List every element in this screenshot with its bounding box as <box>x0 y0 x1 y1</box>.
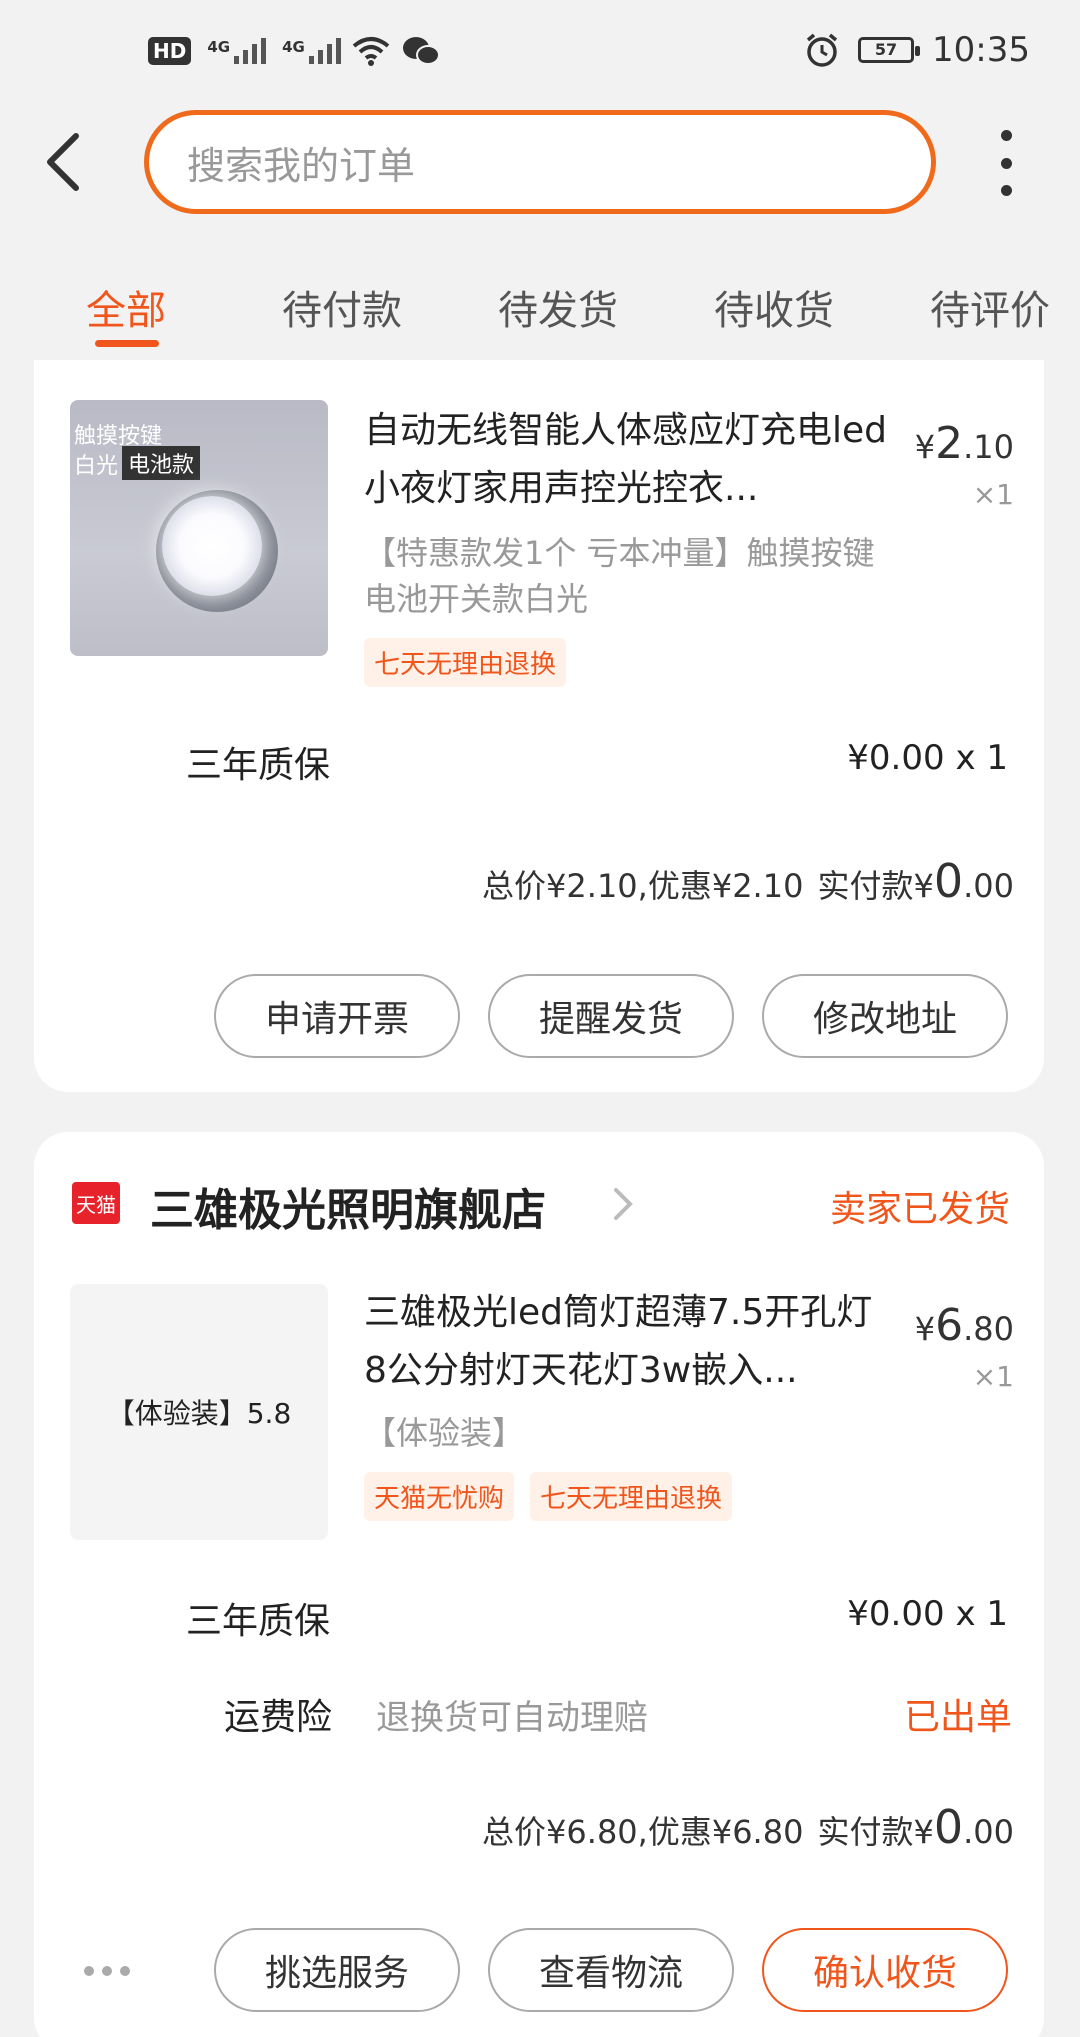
paid-label: 实付款 <box>817 867 914 905</box>
search-input[interactable]: 搜索我的订单 <box>144 110 936 214</box>
product-price: ¥6.80 <box>914 1300 1014 1351</box>
order-card: 触摸按键 白光 电池款 自动无线智能人体感应灯充电led小夜灯家用声控光控衣..… <box>34 360 1044 1092</box>
confirm-receipt-button[interactable]: 确认收货 <box>762 1928 1008 2012</box>
shipping-insurance-label[interactable]: 运费险 <box>224 1688 332 1740</box>
total-summary: 总价¥2.10,优惠¥2.10 <box>482 867 804 905</box>
tab-active-indicator <box>95 340 159 347</box>
total-summary: 总价¥6.80,优惠¥6.80 <box>482 1813 804 1851</box>
signal-icon-1: 4G <box>207 38 267 64</box>
more-options-icon[interactable] <box>996 130 1016 196</box>
wifi-icon <box>352 37 390 66</box>
tag-return-policy: 七天无理由退换 <box>530 1472 733 1521</box>
battery-icon: 57 <box>858 37 921 63</box>
tab-pending-receipt[interactable]: 待收货 <box>714 278 834 336</box>
view-logistics-button[interactable]: 查看物流 <box>488 1928 734 2012</box>
more-actions-icon[interactable] <box>84 1966 130 1976</box>
signal-icon-2: 4G <box>282 38 341 64</box>
order-status: 卖家已发货 <box>829 1189 1010 1230</box>
product-price: ¥2.10 <box>914 418 1014 469</box>
shipping-insurance-status: 已出单 <box>903 1697 1012 1738</box>
shop-name[interactable]: 三雄极光照明旗舰店 <box>150 1174 546 1238</box>
tab-all[interactable]: 全部 <box>86 278 166 336</box>
product-title[interactable]: 自动无线智能人体感应灯充电led小夜灯家用声控光控衣... <box>364 402 894 518</box>
tab-pending-review[interactable]: 待评价 <box>930 278 1050 336</box>
warranty-label[interactable]: 三年质保 <box>186 736 330 788</box>
product-image[interactable]: 触摸按键 白光 电池款 <box>70 400 328 656</box>
tmall-icon: 天猫 <box>72 1182 120 1224</box>
tag-return-policy: 七天无理由退换 <box>364 638 567 687</box>
paid-label: 实付款 <box>817 1813 914 1851</box>
product-title[interactable]: 三雄极光led筒灯超薄7.5开孔灯8公分射灯天花灯3w嵌入... <box>364 1284 894 1400</box>
wechat-icon <box>402 37 440 65</box>
choose-service-button[interactable]: 挑选服务 <box>214 1928 460 2012</box>
hd-indicator: HD <box>148 37 192 65</box>
order-total: 总价¥2.10,优惠¥2.10 实付款 ¥0.00 <box>482 854 1014 908</box>
chevron-right-icon[interactable] <box>604 1180 644 1228</box>
warranty-value: ¥0.00 x 1 <box>847 1594 1008 1634</box>
request-invoice-button[interactable]: 申请开票 <box>214 974 460 1058</box>
clock: 10:35 <box>932 30 1030 70</box>
order-tabs: 全部 待付款 待发货 待收货 待评价 <box>0 270 1080 350</box>
product-sku: 【体验装】 <box>364 1414 525 1452</box>
status-left: HD 4G 4G <box>148 34 441 68</box>
product-sku: 【特惠款发1个 亏本冲量】触摸按键电池开关款白光 <box>364 534 875 618</box>
tag-list: 七天无理由退换 <box>364 638 567 687</box>
product-quantity: ×1 <box>972 1360 1014 1393</box>
tab-pending-shipment[interactable]: 待发货 <box>498 278 618 336</box>
back-arrow-icon[interactable] <box>40 132 90 192</box>
tag-list: 天猫无忧购 七天无理由退换 <box>364 1472 733 1521</box>
remind-shipment-button[interactable]: 提醒发货 <box>488 974 734 1058</box>
alarm-icon <box>806 33 838 67</box>
change-address-button[interactable]: 修改地址 <box>762 974 1008 1058</box>
warranty-label[interactable]: 三年质保 <box>186 1592 330 1644</box>
status-right: 57 10:35 <box>804 30 1030 70</box>
shipping-insurance-desc: 退换货可自动理赔 <box>376 1698 648 1738</box>
search-placeholder: 搜索我的订单 <box>187 143 416 188</box>
product-quantity: ×1 <box>972 478 1014 511</box>
order-total: 总价¥6.80,优惠¥6.80 实付款 ¥0.00 <box>482 1800 1014 1854</box>
tab-pending-payment[interactable]: 待付款 <box>282 278 402 336</box>
order-card: 天猫 三雄极光照明旗舰店 卖家已发货 【体验装】5.8 三雄极光led筒灯超薄7… <box>34 1132 1044 2037</box>
tag-tmall-worry-free: 天猫无忧购 <box>364 1472 515 1521</box>
warranty-value: ¥0.00 x 1 <box>847 738 1008 778</box>
product-image[interactable]: 【体验装】5.8 <box>70 1284 328 1540</box>
status-bar: HD 4G 4G 57 10:35 <box>0 0 1080 110</box>
